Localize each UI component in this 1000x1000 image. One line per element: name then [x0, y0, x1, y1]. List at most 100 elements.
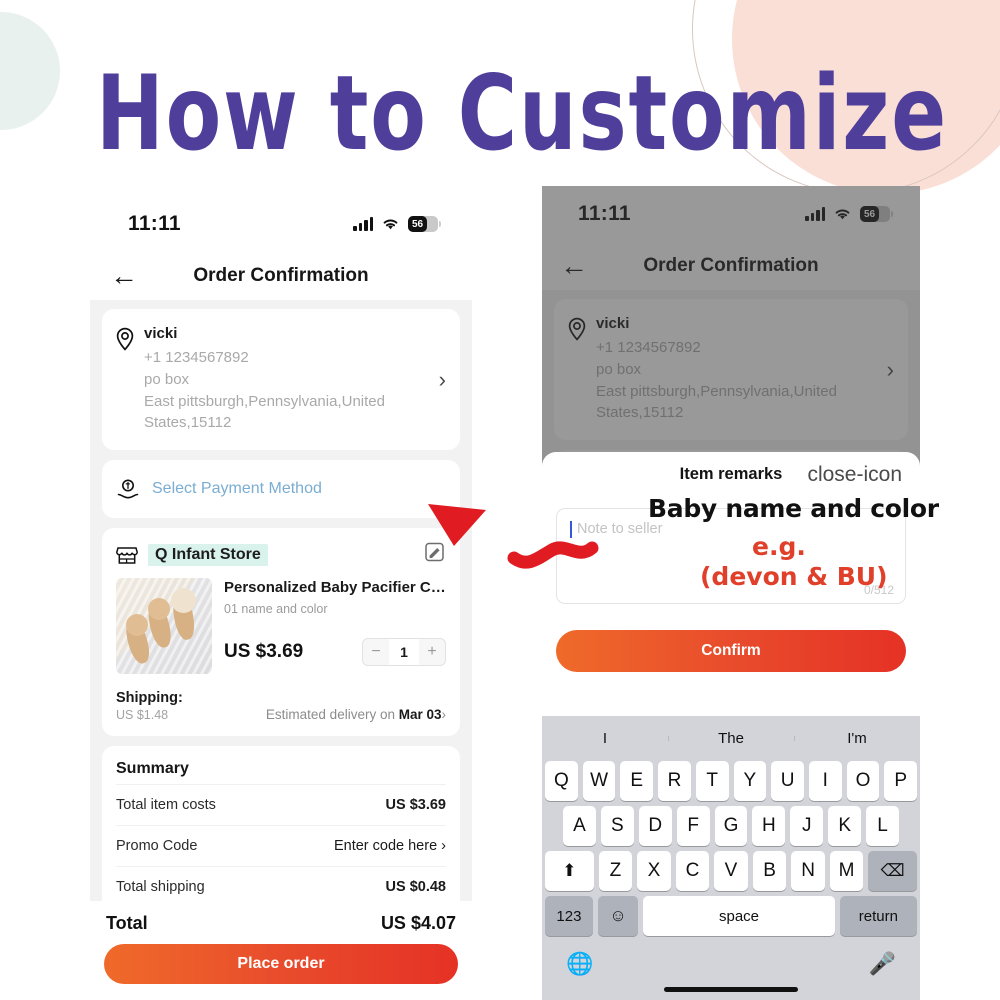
summary-label: Total item costs: [116, 797, 216, 813]
page-title: How to Customize: [96, 52, 949, 174]
key-k[interactable]: K: [828, 806, 862, 846]
keyboard-row-3: ⬆ Z X C V B N M ⌫: [545, 851, 917, 891]
backspace-icon[interactable]: ⌫: [868, 851, 917, 891]
key-i[interactable]: I: [808, 761, 842, 801]
shipping-left: Shipping: US $1.48: [116, 690, 183, 722]
key-u[interactable]: U: [771, 761, 804, 801]
key-d[interactable]: D: [638, 806, 672, 846]
key-f[interactable]: F: [676, 806, 710, 846]
key-n[interactable]: N: [791, 851, 825, 891]
key-j[interactable]: J: [790, 806, 824, 846]
total-row: Total US $4.07: [104, 909, 458, 944]
key-p[interactable]: P: [884, 761, 918, 801]
key-m[interactable]: M: [829, 851, 864, 891]
order-scroll-area[interactable]: vicki +1 1234567892 po box East pittsbur…: [90, 300, 472, 942]
total-value: US $4.07: [380, 913, 456, 933]
store-card: Q Infant Store Personalized Baby Pacifie…: [102, 528, 460, 736]
wavy-arrow-icon: [428, 504, 599, 569]
key-e[interactable]: E: [620, 761, 654, 801]
delivery-chevron-icon: ›: [441, 707, 447, 722]
key-a[interactable]: A: [563, 806, 596, 846]
shipping-cost: US $1.48: [116, 708, 169, 722]
keyboard-row-2: A S D F G H J K L: [545, 806, 917, 846]
key-l[interactable]: L: [866, 806, 900, 846]
key-y[interactable]: Y: [733, 761, 767, 801]
summary-value: US $0.48: [385, 879, 446, 895]
key-t[interactable]: T: [695, 761, 729, 801]
key-h[interactable]: H: [752, 806, 786, 846]
quantity-stepper[interactable]: − 1 +: [362, 637, 446, 666]
key-c[interactable]: C: [675, 851, 710, 891]
store-header[interactable]: Q Infant Store: [102, 528, 460, 574]
sheet-header: Item remarks close-icon: [542, 452, 920, 496]
address-name: vicki: [144, 325, 178, 342]
note-to-seller-input[interactable]: Note to seller 0/512: [556, 508, 906, 604]
summary-value: US $3.69: [385, 797, 446, 813]
promo-code-link[interactable]: Enter code here ›: [334, 838, 446, 854]
suggestion-2[interactable]: I'm: [794, 730, 920, 747]
order-item[interactable]: Personalized Baby Pacifier Clip Custo… 0…: [102, 574, 460, 682]
store-name: Q Infant Store: [148, 543, 268, 566]
summary-label: Total shipping: [116, 879, 205, 895]
key-q[interactable]: Q: [544, 761, 578, 801]
key-r[interactable]: R: [658, 761, 691, 801]
close-icon[interactable]: close-icon: [807, 464, 902, 485]
shift-arrow-icon[interactable]: ⬆: [545, 851, 594, 891]
return-key[interactable]: return: [839, 896, 917, 936]
nav-bar: ← Order Confirmation: [90, 252, 472, 300]
decor-mint-circle: [0, 12, 60, 130]
qty-increase-button[interactable]: +: [419, 639, 445, 665]
payment-method-row[interactable]: Select Payment Method: [102, 460, 460, 518]
summary-row-promo-code[interactable]: Promo Code Enter code here ›: [116, 825, 446, 866]
place-order-button[interactable]: Place order: [104, 944, 458, 984]
total-label: Total: [106, 913, 148, 933]
back-arrow-icon[interactable]: ←: [110, 262, 138, 290]
signal-bars-icon: [353, 217, 373, 231]
key-v[interactable]: V: [714, 851, 748, 891]
checkout-footer: Total US $4.07 Place order: [90, 901, 472, 1000]
key-w[interactable]: W: [582, 761, 616, 801]
summary-label: Promo Code: [116, 838, 198, 854]
keyboard-suggestions: I The I'm: [542, 720, 920, 756]
address-phone: +1 1234567892: [144, 349, 249, 366]
status-bar: 11:11 56: [90, 196, 472, 252]
delivery-prefix: Estimated delivery on: [265, 707, 399, 722]
wifi-icon: [383, 219, 398, 230]
address-card[interactable]: vicki +1 1234567892 po box East pittsbur…: [102, 309, 460, 450]
globe-icon[interactable]: 🌐: [566, 951, 593, 977]
key-o[interactable]: O: [846, 761, 880, 801]
key-b[interactable]: B: [752, 851, 787, 891]
address-line2: East pittsburgh,Pennsylvania,United: [144, 392, 385, 410]
nav-title: Order Confirmation: [193, 265, 369, 286]
keyboard-row-1: Q W E R T Y U I O P: [544, 761, 918, 801]
location-pin-icon: [114, 327, 138, 356]
phone-screen-left: 11:11 56 ← Order Confirmation vicki +1 1…: [90, 196, 472, 1000]
qty-value: 1: [389, 638, 419, 665]
key-s[interactable]: S: [600, 806, 634, 846]
key-g[interactable]: G: [714, 806, 748, 846]
numbers-key[interactable]: 123: [545, 896, 593, 936]
status-icons: 56: [353, 216, 441, 232]
qty-decrease-button[interactable]: −: [363, 639, 389, 665]
shipping-label: Shipping:: [116, 690, 183, 706]
shipping-row[interactable]: Shipping: US $1.48 Estimated delivery on…: [102, 682, 460, 736]
item-title: Personalized Baby Pacifier Clip Custo…: [224, 579, 446, 596]
suggestion-0[interactable]: I: [542, 730, 668, 747]
item-details: Personalized Baby Pacifier Clip Custo… 0…: [224, 578, 446, 674]
storefront-icon: [116, 546, 138, 564]
key-x[interactable]: X: [637, 851, 671, 891]
chevron-right-icon[interactable]: ›: [433, 367, 446, 393]
summary-title: Summary: [116, 760, 189, 777]
key-z[interactable]: Z: [598, 851, 633, 891]
confirm-button[interactable]: Confirm: [556, 630, 906, 672]
suggestion-1[interactable]: The: [668, 730, 794, 747]
sheet-title: Item remarks: [679, 464, 783, 483]
item-sku: 01 name and color: [224, 601, 328, 616]
delivery-estimate[interactable]: Estimated delivery on Mar 03›: [266, 707, 446, 722]
emoji-smiley-icon[interactable]: ☺: [597, 896, 639, 936]
onscreen-keyboard: I The I'm Q W E R T Y U I O P A S D F G …: [542, 716, 920, 1000]
address-body: vicki +1 1234567892 po box East pittsbur…: [138, 325, 433, 434]
space-key[interactable]: space: [643, 896, 835, 936]
microphone-icon[interactable]: 🎤: [869, 951, 896, 977]
payment-hand-coin-icon: [117, 479, 139, 499]
